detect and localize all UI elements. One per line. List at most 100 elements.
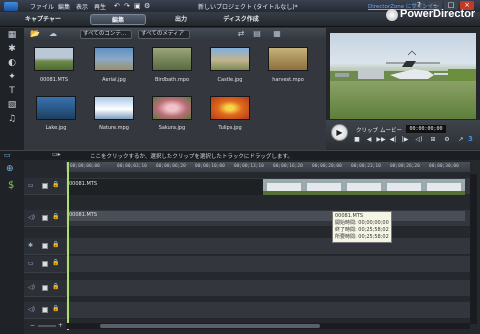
play-button[interactable]: ▶: [331, 124, 348, 141]
ruler-tick: 00;00;23;10: [351, 164, 381, 169]
track-header-voice[interactable]: ◁) 🔒: [24, 280, 66, 297]
lock-icon[interactable]: 🔒: [52, 241, 59, 248]
tab-clip-mode[interactable]: クリップ: [356, 126, 378, 134]
timeline-vertical-scrollbar[interactable]: [470, 174, 477, 324]
track-enable-checkbox[interactable]: [42, 243, 48, 249]
media-filter-dropdown[interactable]: すべてのメディア: [138, 30, 190, 39]
mark-in-icon[interactable]: ◀|: [388, 136, 398, 143]
track-lane-effect[interactable]: [66, 238, 470, 255]
fast-forward-icon[interactable]: ▶▶: [376, 136, 386, 143]
track-header-music[interactable]: ◁) 🔒: [24, 302, 66, 319]
audio-mixing-room-icon[interactable]: ♫: [6, 114, 18, 124]
tab-create-disc[interactable]: ディスク作成: [218, 14, 264, 25]
lock-icon[interactable]: 🔒: [52, 213, 59, 220]
timecode-display[interactable]: 00:00:00;00: [406, 125, 446, 133]
grid-view-icon[interactable]: ▦: [272, 30, 282, 38]
media-caption: Aerial.jpg: [102, 77, 126, 83]
lock-icon[interactable]: 🔒: [52, 181, 59, 188]
storyboard-icon[interactable]: ▤: [252, 30, 262, 38]
download-media-icon[interactable]: ☁: [48, 30, 58, 38]
content-filter-dropdown[interactable]: すべてのコンテ...: [80, 30, 132, 39]
undock-icon[interactable]: ↗: [456, 136, 466, 143]
preview-settings-icon[interactable]: ⚙: [442, 136, 452, 143]
audio-clip-label: 00081.MTS: [69, 212, 98, 218]
snapshot-icon[interactable]: ⊞: [428, 136, 438, 143]
audio-clip[interactable]: [67, 211, 465, 221]
media-thumb-harvest[interactable]: [268, 47, 308, 71]
voice-track-icon: ◁): [28, 284, 35, 291]
menu-edit[interactable]: 編集: [58, 2, 70, 11]
audio-track-icon: ◁): [28, 214, 35, 221]
tooltip-clip-name: 00081.MTS: [335, 213, 364, 219]
undo-icon[interactable]: ↶: [114, 2, 120, 10]
zoom-in-icon[interactable]: +: [58, 322, 63, 329]
media-thumb-lake[interactable]: [36, 96, 76, 120]
track-enable-checkbox[interactable]: [42, 261, 48, 267]
preview-controls: [326, 120, 480, 150]
track-header-audio-1[interactable]: ◁) 🔒: [24, 210, 66, 227]
previous-frame-icon[interactable]: ◀: [364, 136, 374, 143]
track-header-video-1[interactable]: ▭ 🔒: [24, 178, 66, 195]
lock-icon[interactable]: 🔒: [52, 259, 59, 266]
media-thumb-nature[interactable]: [94, 96, 134, 120]
tab-edit[interactable]: 編集: [90, 14, 146, 25]
media-thumb-birdbath[interactable]: [152, 47, 192, 71]
ruler-tick: 00;00;13;10: [234, 164, 264, 169]
media-thumb-tulips[interactable]: [210, 96, 250, 120]
storyboard-view-icon[interactable]: ▭▸: [52, 151, 61, 158]
track-header-title[interactable]: ▭ 🔒: [24, 256, 66, 273]
clip-info-tooltip: 00081.MTS 開始時間: 00;00;00;00 終了時間: 00;25;…: [332, 211, 392, 243]
settings-icon[interactable]: ⚙: [144, 2, 150, 10]
effect-room-icon[interactable]: ✱: [6, 44, 18, 54]
pip-room-icon[interactable]: ◐: [6, 58, 18, 68]
save-icon[interactable]: ▣: [134, 2, 141, 10]
title-track-icon: ▭: [28, 260, 34, 267]
music-track-icon: ◁): [28, 306, 35, 313]
import-folder-icon[interactable]: 📂: [30, 30, 40, 38]
tooltip-end-time: 終了時間: 00;25;58;02: [335, 227, 389, 233]
3d-mode-icon[interactable]: 3: [468, 135, 473, 143]
video-clip[interactable]: [67, 179, 465, 195]
track-header-effect[interactable]: ✱ 🔒: [24, 238, 66, 255]
timeline-tool-icon[interactable]: ⊕: [6, 164, 14, 174]
media-room-icon[interactable]: ▦: [6, 30, 18, 40]
track-enable-checkbox[interactable]: [42, 285, 48, 291]
menu-play[interactable]: 再生: [94, 2, 106, 11]
timeline-view-icon[interactable]: ▭: [4, 151, 11, 159]
title-room-icon[interactable]: T: [6, 86, 18, 96]
track-enable-checkbox[interactable]: [42, 307, 48, 313]
stop-icon[interactable]: ■: [352, 136, 362, 143]
redo-icon[interactable]: ↷: [124, 2, 130, 10]
app-icon[interactable]: [4, 2, 18, 11]
volume-icon[interactable]: ◁): [414, 136, 424, 143]
audio-fx-icon[interactable]: $: [8, 180, 14, 191]
zoom-slider[interactable]: [38, 325, 56, 327]
timeline-playhead[interactable]: [67, 162, 69, 330]
track-lane-voice[interactable]: [66, 280, 470, 297]
transition-room-icon[interactable]: ▧: [6, 100, 18, 110]
ruler-tick: 00;00;26;20: [390, 164, 420, 169]
zoom-out-icon[interactable]: −: [30, 322, 35, 329]
tab-movie-mode[interactable]: ムービー: [380, 126, 402, 134]
ruler-tick: 00;00;10;00: [195, 164, 225, 169]
media-thumb-sakura[interactable]: [152, 96, 192, 120]
mark-out-icon[interactable]: |▶: [400, 136, 410, 143]
media-thumb-00081[interactable]: [34, 47, 74, 71]
library-options-icon[interactable]: ⇄: [236, 30, 246, 38]
menu-file[interactable]: ファイル: [30, 2, 54, 11]
lock-icon[interactable]: 🔒: [52, 283, 59, 290]
menu-view[interactable]: 表示: [76, 2, 88, 11]
media-thumb-castle[interactable]: [210, 47, 250, 71]
particle-room-icon[interactable]: ✦: [6, 72, 18, 82]
track-enable-checkbox[interactable]: [42, 215, 48, 221]
tab-capture[interactable]: キャプチャー: [22, 14, 64, 25]
lock-icon[interactable]: 🔒: [52, 305, 59, 312]
preview-video-screen: [330, 33, 476, 119]
tab-produce[interactable]: 出力: [166, 14, 196, 25]
track-lane-music[interactable]: [66, 302, 470, 319]
media-caption: Lake.jpg: [45, 125, 67, 131]
track-enable-checkbox[interactable]: [42, 183, 48, 189]
media-thumb-aerial[interactable]: [94, 47, 134, 71]
scrollbar-thumb[interactable]: [100, 324, 320, 328]
track-lane-title[interactable]: [66, 256, 470, 273]
